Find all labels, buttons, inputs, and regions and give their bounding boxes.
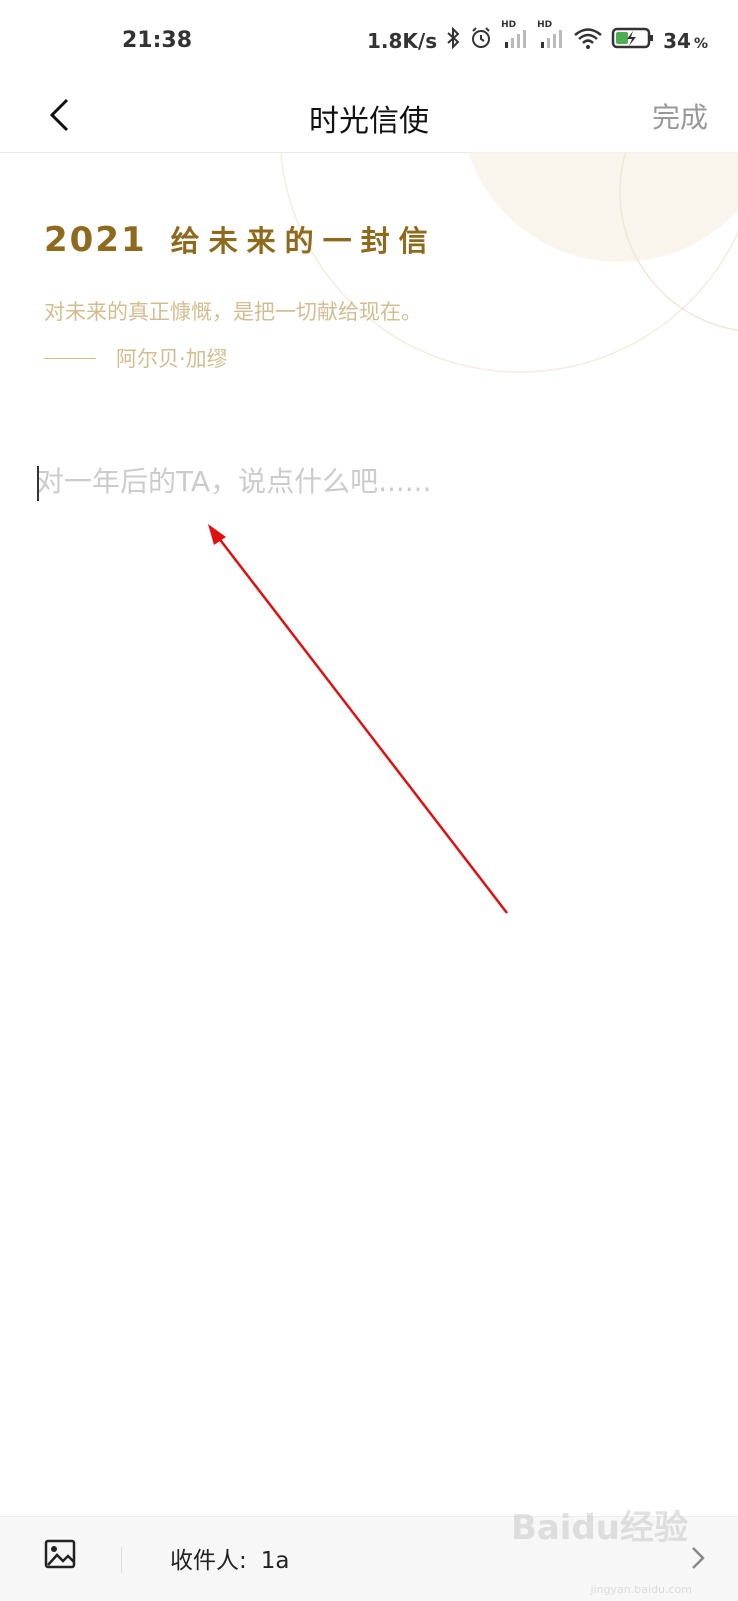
author-dash (44, 357, 96, 359)
author-name: 阿尔贝·加缪 (116, 347, 228, 371)
baidu-watermark-url: jingyan.baidu.com (590, 1583, 692, 1596)
nav-bar: 时光信使 完成 (0, 80, 738, 153)
signal-icon-2: HD (537, 20, 565, 55)
battery-unit: % (693, 35, 708, 52)
page-title: 时光信使 (309, 104, 429, 139)
baidu-watermark: Baidu经验 (510, 1508, 688, 1548)
quote-author: 阿尔贝·加缪 (44, 343, 228, 373)
signal-icon-1: HD (501, 20, 529, 55)
letter-year: 2021 (44, 220, 147, 260)
recipient-label: 收件人: (170, 1548, 247, 1574)
done-button[interactable]: 完成 (652, 96, 708, 136)
recipient-value: 1a (260, 1548, 290, 1574)
wifi-icon (573, 26, 603, 55)
status-time: 21:38 (122, 28, 193, 53)
recipient-chevron-icon[interactable] (688, 1545, 708, 1571)
hd-label-2: HD (537, 20, 553, 30)
image-icon (44, 1539, 76, 1569)
text-cursor (37, 466, 39, 501)
battery-level: 34% (663, 28, 708, 53)
recipient-field[interactable]: 收件人: 1a (170, 1541, 289, 1575)
letter-heading: 2021 给未来的一封信 (44, 218, 437, 260)
letter-quote: 对未来的真正慷慨，是把一切献给现在。 (44, 300, 422, 324)
letter-heading-text: 给未来的一封信 (170, 224, 437, 258)
insert-image-button[interactable] (44, 1539, 82, 1577)
hd-label-1: HD (501, 20, 517, 30)
letter-input[interactable] (36, 460, 696, 1060)
status-bar: 21:38 1.8K/s HD HD 34% (0, 0, 738, 80)
status-icons: 1.8K/s HD HD 34% (366, 20, 708, 55)
bluetooth-icon (445, 26, 461, 55)
toolbar-divider (121, 1547, 122, 1573)
battery-icon (611, 26, 655, 55)
net-speed: 1.8K/s (366, 28, 438, 53)
alarm-icon (469, 26, 493, 55)
